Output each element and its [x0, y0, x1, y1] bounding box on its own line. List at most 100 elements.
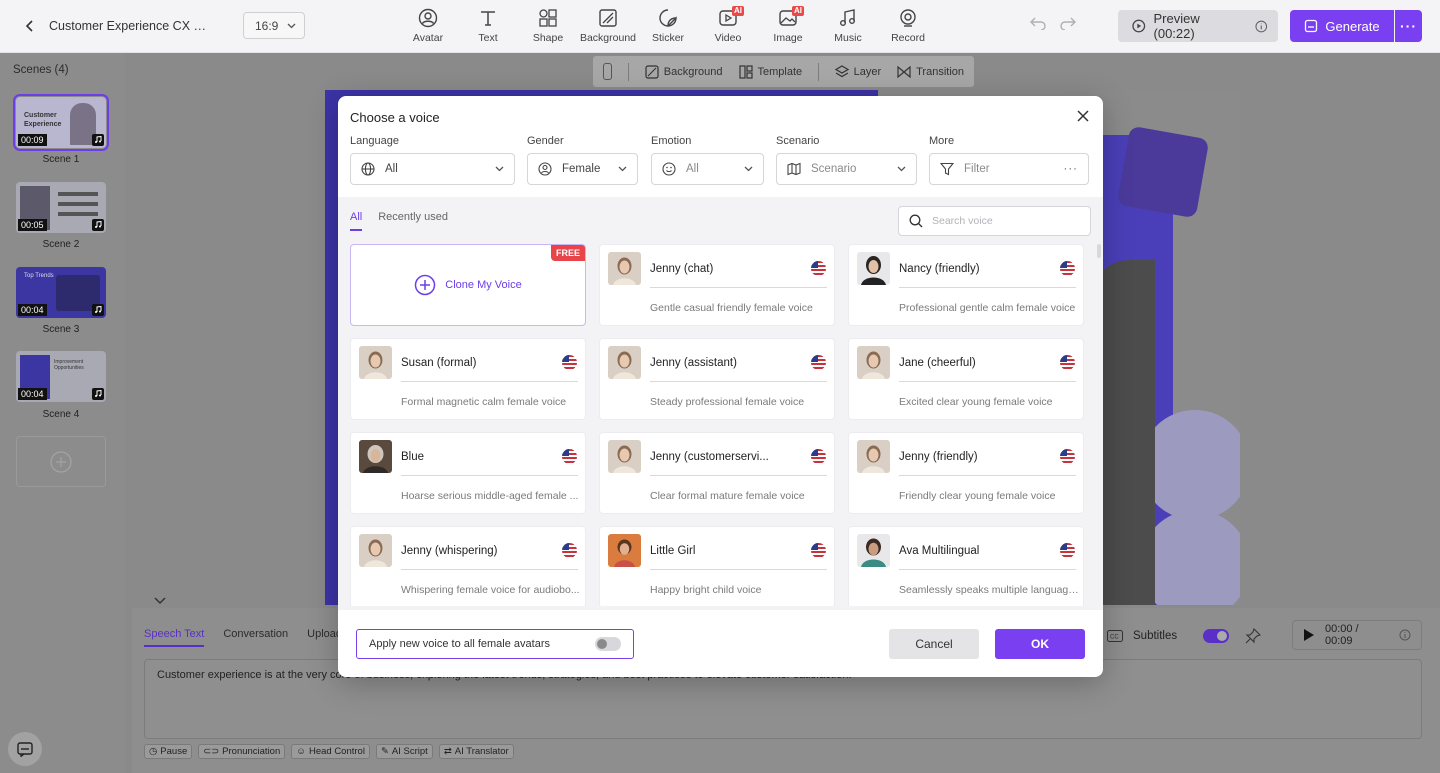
scene-slide-title: Top Trends [24, 273, 54, 279]
tool-video[interactable]: AI Video [698, 6, 758, 44]
aspect-ratio-value: 16:9 [255, 18, 279, 33]
emotion-select[interactable]: All [651, 153, 764, 185]
more-filter-select[interactable]: Filter ··· [929, 153, 1089, 185]
voice-avatar [857, 534, 890, 567]
chip-label: AI Translator [454, 746, 509, 757]
tool-sticker[interactable]: Sticker [638, 8, 698, 44]
voice-description: Formal magnetic calm female voice [401, 396, 567, 408]
voice-card[interactable]: Jenny (customerservi... Clear formal mat… [599, 432, 835, 514]
divider [899, 287, 1076, 288]
scene-thumbnail-2[interactable]: 00:05 [16, 182, 106, 233]
chevron-down-icon [744, 166, 753, 172]
tool-record[interactable]: Record [878, 8, 938, 44]
redo-icon[interactable] [1060, 16, 1076, 30]
subtitles-label: Subtitles [1133, 629, 1178, 642]
music-icon [840, 9, 855, 26]
gender-select[interactable]: Female [527, 153, 638, 185]
scrollbar[interactable] [1097, 244, 1101, 258]
voice-card[interactable]: Jane (cheerful) Excited clear young fema… [848, 338, 1084, 420]
color-swatch[interactable] [603, 63, 613, 80]
scene-duration: 00:04 [18, 388, 47, 400]
canvas-template-button[interactable]: Template [738, 64, 802, 79]
close-button[interactable] [1075, 108, 1091, 124]
undo-icon[interactable] [1030, 16, 1046, 30]
ok-button[interactable]: OK [995, 629, 1085, 659]
voice-description: Friendly clear young female voice [899, 490, 1056, 502]
voice-card[interactable]: Blue Hoarse serious middle-aged female .… [350, 432, 586, 514]
voice-card[interactable]: Nancy (friendly) Professional gentle cal… [848, 244, 1084, 326]
pin-icon[interactable] [1245, 627, 1262, 644]
us-flag-icon [811, 543, 826, 558]
pause-chip[interactable]: ◷ Pause [144, 744, 193, 759]
more-icon: ··· [1400, 18, 1417, 34]
head-control-chip[interactable]: ☺ Head Control [291, 744, 370, 759]
tool-text[interactable]: Text [458, 8, 518, 44]
tab-upload[interactable]: Upload [307, 628, 342, 647]
voice-card[interactable]: Little Girl Happy bright child voice [599, 526, 835, 606]
tool-label: Video [714, 32, 742, 44]
apply-toggle[interactable] [595, 637, 621, 651]
subtitles-toggle[interactable] [1203, 628, 1230, 643]
preview-button[interactable]: Preview (00:22) [1118, 10, 1278, 42]
voice-card[interactable]: Jenny (assistant) Steady professional fe… [599, 338, 835, 420]
tool-label: Music [834, 32, 862, 44]
tool-shape[interactable]: Shape [518, 8, 578, 44]
tool-label: Text [478, 32, 498, 44]
canvas-background-button[interactable]: Background [645, 64, 723, 79]
tool-image[interactable]: AI Image [758, 6, 818, 44]
language-select[interactable]: All [350, 153, 515, 185]
tool-background[interactable]: Background [578, 8, 638, 44]
pronunciation-chip[interactable]: ⊂⊃ Pronunciation [198, 744, 286, 759]
plus-circle-icon [415, 274, 436, 296]
filter-label: More [929, 135, 955, 147]
voice-name: Jane (cheerful) [899, 357, 976, 369]
project-title[interactable]: Customer Experience CX Bri... [49, 19, 209, 33]
collapse-panel-button[interactable] [145, 593, 175, 608]
tab-conversation[interactable]: Conversation [223, 628, 288, 647]
scene-thumbnail-4[interactable]: Improvement Opportunities 00:04 [16, 351, 106, 402]
tab-all[interactable]: All [350, 211, 363, 231]
cancel-button[interactable]: Cancel [889, 629, 979, 659]
voice-card[interactable]: Susan (formal) Formal magnetic calm fema… [350, 338, 586, 420]
play-circle-icon [1132, 19, 1146, 33]
us-flag-icon [1060, 543, 1075, 558]
canvas-layer-button[interactable]: Layer [834, 64, 881, 79]
aspect-ratio-select[interactable]: 16:9 [243, 12, 305, 39]
voice-card[interactable]: Jenny (chat) Gentle casual friendly fema… [599, 244, 835, 326]
apply-to-all-option[interactable]: Apply new voice to all female avatars [356, 629, 634, 659]
back-button[interactable] [18, 15, 42, 37]
clone-my-voice-card[interactable]: Clone My Voice FREE [350, 244, 586, 326]
voice-avatar [608, 346, 641, 379]
tab-speech-text[interactable]: Speech Text [144, 628, 205, 647]
ellipsis-icon: ··· [1063, 163, 1078, 175]
scene-thumbnail-1[interactable]: Customer Experience 00:09 [13, 94, 109, 151]
scenario-select[interactable]: Scenario [776, 153, 917, 185]
play-icon[interactable] [1303, 628, 1315, 642]
voice-card[interactable]: Jenny (whispering) Whispering female voi… [350, 526, 586, 606]
text-icon [481, 11, 495, 26]
add-scene-button[interactable] [16, 436, 106, 487]
filter-icon [940, 162, 954, 176]
ai-script-chip[interactable]: ✎ AI Script [375, 744, 433, 759]
tool-music[interactable]: Music [818, 8, 878, 44]
canvas-transition-button[interactable]: Transition [897, 65, 964, 79]
more-options-button[interactable]: ··· [1395, 10, 1422, 42]
subtitles-control: CC Subtitles [1107, 622, 1274, 649]
search-voice-input[interactable]: Search voice [898, 206, 1091, 236]
voice-card[interactable]: Ava Multilingual Seamlessly speaks multi… [848, 526, 1084, 606]
voice-name: Little Girl [650, 545, 696, 557]
divider [650, 381, 827, 382]
voice-card[interactable]: Jenny (friendly) Friendly clear young fe… [848, 432, 1084, 514]
scenario-value: Scenario [811, 163, 857, 175]
chat-support-button[interactable] [8, 732, 42, 766]
voice-avatar [359, 534, 392, 567]
scene-thumbnail-3[interactable]: Top Trends 00:04 [16, 267, 106, 318]
ai-translator-chip[interactable]: ⇄ AI Translator [438, 744, 514, 759]
top-bar: Customer Experience CX Bri... 16:9 Avata… [0, 0, 1440, 53]
voice-name: Susan (formal) [401, 357, 477, 369]
generate-button[interactable]: Generate [1290, 10, 1394, 42]
tab-recently-used[interactable]: Recently used [378, 211, 448, 231]
tool-avatar[interactable]: Avatar [398, 8, 458, 44]
thumbs-up-sticker[interactable] [1116, 125, 1210, 219]
tool-label: Shape [532, 32, 564, 44]
